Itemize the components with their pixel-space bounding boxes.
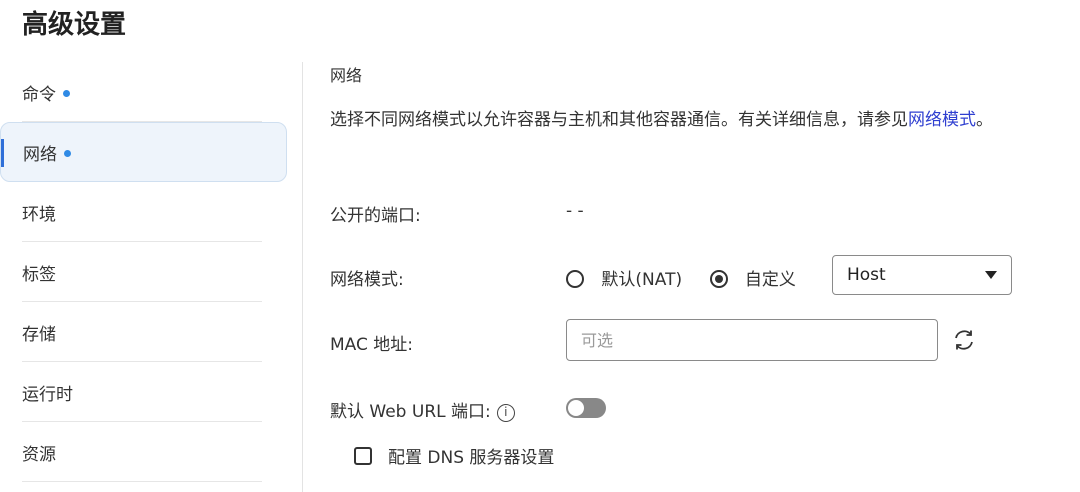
sidebar-item-label: 网络	[23, 144, 57, 165]
sidebar-item-network[interactable]: 网络	[0, 122, 287, 182]
radio-default-nat[interactable]	[566, 270, 584, 288]
radio-custom[interactable]	[709, 270, 728, 288]
sidebar-item-command[interactable]: 命令	[0, 62, 290, 122]
network-mode-label: 网络模式:	[330, 270, 404, 290]
toggle-knob	[568, 400, 584, 416]
sidebar: 命令 网络 环境 标签 存储 运行时 资源	[0, 62, 290, 482]
network-description: 选择不同网络模式以允许容器与主机和其他容器通信。有关详细信息，请参见网络模式。	[330, 106, 1070, 134]
radio-custom-label: 自定义	[744, 270, 796, 290]
dns-config-row: 配置 DNS 服务器设置	[354, 443, 554, 468]
sidebar-item-label: 存储	[22, 324, 56, 345]
sidebar-item-runtime[interactable]: 运行时	[0, 362, 290, 422]
mac-address-label: MAC 地址:	[330, 335, 413, 355]
network-mode-options: 默认(NAT) 自定义	[566, 265, 796, 290]
description-text: 选择不同网络模式以允许容器与主机和其他容器通信。有关详细信息，请参见	[330, 110, 908, 130]
modified-dot-indicator	[64, 149, 71, 157]
description-end: 。	[976, 110, 993, 130]
refresh-icon[interactable]	[950, 326, 978, 354]
caret-down-icon	[985, 271, 997, 279]
mac-address-input[interactable]	[566, 319, 938, 361]
web-url-port-label: 默认 Web URL 端口:	[330, 402, 491, 422]
sidebar-item-resources[interactable]: 资源	[0, 422, 290, 482]
network-mode-link[interactable]: 网络模式	[908, 110, 976, 130]
dns-config-checkbox[interactable]	[354, 446, 372, 465]
network-mode-select-value: Host	[847, 265, 886, 285]
sidebar-item-label: 标签	[22, 264, 56, 285]
divider	[22, 481, 262, 482]
modified-dot-indicator	[63, 89, 70, 97]
sidebar-item-environment[interactable]: 环境	[0, 182, 290, 242]
exposed-ports-label: 公开的端口:	[330, 206, 421, 226]
network-mode-select[interactable]: Host	[832, 255, 1012, 295]
sidebar-item-storage[interactable]: 存储	[0, 302, 290, 362]
info-icon[interactable]: i	[496, 404, 515, 422]
vertical-divider	[302, 62, 303, 492]
web-url-port-row: 默认 Web URL 端口: i	[330, 397, 515, 422]
sidebar-item-labels[interactable]: 标签	[0, 242, 290, 302]
sidebar-item-label: 资源	[22, 444, 56, 465]
radio-default-nat-label: 默认(NAT)	[601, 270, 683, 290]
dns-config-label: 配置 DNS 服务器设置	[388, 448, 555, 468]
sidebar-item-label: 环境	[22, 204, 56, 225]
section-title: 网络	[330, 66, 363, 85]
page-title: 高级设置	[22, 10, 127, 40]
web-url-port-toggle[interactable]	[566, 398, 606, 418]
sidebar-item-label: 运行时	[22, 384, 73, 405]
sidebar-item-label: 命令	[22, 84, 56, 105]
exposed-ports-value: - -	[566, 201, 584, 221]
